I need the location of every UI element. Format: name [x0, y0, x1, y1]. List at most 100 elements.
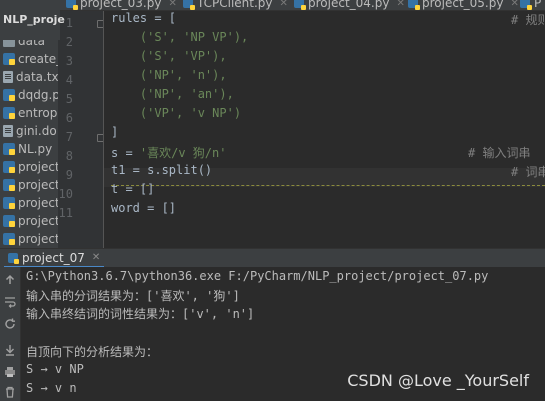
line-number: 6 — [65, 111, 73, 125]
console-line: G:\Python3.6.7\python36.exe F:/PyCharm/N… — [26, 269, 489, 283]
line-number: 9 — [65, 168, 73, 182]
close-icon[interactable]: ✕ — [280, 0, 288, 9]
tree-item[interactable]: NL.py — [0, 140, 58, 157]
tree-item[interactable]: project — [0, 230, 58, 247]
tab-project-03[interactable]: project_03.py ✕ — [66, 0, 177, 10]
scroll-to-end-icon[interactable] — [3, 343, 17, 357]
tab-label: project_05.py — [422, 0, 504, 10]
close-icon[interactable]: ✕ — [510, 0, 518, 9]
code-line-7: ] — [111, 125, 118, 144]
python-file-icon — [3, 214, 15, 227]
tab-label: project_04.py — [308, 0, 390, 10]
tree-item-label: dqdg.p — [18, 87, 58, 102]
tree-item-label: project — [18, 231, 58, 246]
close-icon[interactable]: ✕ — [92, 252, 100, 263]
code-line-9: t1 = s.split() # 词串 — [111, 163, 545, 182]
code-comment: # 输入词串 — [468, 146, 531, 160]
project-title: NLP_proje — [3, 13, 65, 26]
line-number: 7 — [65, 130, 73, 144]
line-number-gutter: 1 2 3 4 5 6 7 8 9 10 11 — [58, 11, 105, 248]
run-tool-window-header: project_07 ✕ — [0, 248, 545, 268]
project-header[interactable]: NLP_proje — [0, 0, 65, 40]
python-file-icon — [3, 232, 15, 245]
watermark-text: CSDN @Love _YourSelf — [347, 371, 529, 390]
code-line-11: word = [] — [111, 201, 176, 220]
trash-icon[interactable] — [3, 385, 17, 399]
soft-wrap-icon[interactable] — [3, 295, 17, 309]
console-line: 输入串的分词结果为：['喜欢', '狗'] — [26, 289, 240, 303]
code-comment: # 规则 — [511, 13, 545, 27]
python-file-icon — [294, 0, 306, 10]
code-string: ('NP', 'n'), — [139, 68, 227, 82]
editor-tab-strip: project_03.py ✕ TCPClient.py ✕ project_0… — [0, 0, 545, 11]
console-line: 自顶向下的分析结果为： — [26, 345, 159, 359]
tree-item[interactable]: dqdg.p — [0, 86, 58, 103]
close-icon[interactable]: ✕ — [168, 0, 176, 9]
tree-item[interactable]: data.tx — [0, 68, 58, 85]
tree-item-label: NL.py — [18, 141, 53, 156]
code-text: t = [] — [111, 182, 155, 196]
code-editor[interactable]: rules = [# 规则 ('S', 'NP VP'), ('S', 'VP'… — [104, 11, 545, 248]
line-number: 8 — [65, 149, 73, 163]
tree-item[interactable]: create_ — [0, 50, 58, 67]
close-icon[interactable]: ✕ — [396, 0, 404, 9]
code-line-8: s = '喜欢/v 狗/n' # 输入词串 — [111, 144, 545, 163]
tab-tcpclient[interactable]: TCPClient.py ✕ — [183, 0, 288, 10]
python-file-icon — [520, 0, 532, 10]
code-line-5: ('NP', 'an'), — [111, 87, 234, 106]
code-string: ('S', 'NP VP'), — [139, 30, 249, 44]
console-line: S → v n — [26, 381, 77, 395]
line-number: 4 — [65, 73, 73, 87]
tree-item[interactable]: project — [0, 194, 58, 211]
line-number: 11 — [58, 206, 73, 220]
python-file-icon — [3, 142, 15, 155]
python-file-icon — [3, 196, 15, 209]
tab-label: TCPClient.py — [197, 0, 273, 10]
weak-warning-underline — [111, 185, 545, 186]
tab-next[interactable]: P — [520, 0, 542, 10]
tab-label: project_03.py — [80, 0, 162, 10]
tab-label: P — [534, 0, 542, 10]
run-toolbar — [0, 267, 21, 401]
tab-project-05[interactable]: project_05.py ✕ — [408, 0, 519, 10]
tree-item[interactable]: project — [0, 158, 58, 175]
python-file-icon — [183, 0, 195, 10]
tree-item-label: project — [18, 177, 58, 192]
code-line-6: ('VP', 'v NP') — [111, 106, 241, 125]
rerun-icon[interactable] — [3, 317, 17, 331]
python-file-icon — [408, 0, 420, 10]
code-string: ('S', 'VP'), — [139, 49, 227, 63]
console-line: 输入串终结词的词性结果为：['v', 'n'] — [26, 307, 255, 321]
python-file-icon — [3, 106, 15, 119]
console-line: S → v NP — [26, 362, 84, 376]
python-file-icon — [3, 88, 15, 101]
python-file-icon — [8, 252, 19, 264]
run-tab-project-07[interactable]: project_07 ✕ — [4, 249, 105, 268]
python-file-icon — [3, 178, 15, 191]
tree-item[interactable]: project — [0, 212, 58, 229]
scroll-up-icon[interactable] — [3, 273, 17, 287]
tree-item[interactable]: gini.do — [0, 122, 58, 139]
python-file-icon — [66, 0, 78, 10]
print-icon[interactable] — [3, 365, 17, 379]
line-number: 3 — [65, 54, 73, 68]
code-string: '喜欢/v 狗/n' — [139, 146, 227, 160]
run-tab-label: project_07 — [22, 250, 85, 265]
project-tree: data create_ data.tx dqdg.p entrop gini.… — [0, 30, 58, 248]
code-text: word = [] — [111, 201, 177, 215]
code-line-3: ('S', 'VP'), — [111, 49, 227, 68]
tree-item[interactable]: entrop — [0, 104, 58, 121]
tree-item-label: entrop — [18, 105, 58, 120]
tree-item-label: gini.do — [16, 123, 57, 138]
tab-project-04[interactable]: project_04.py ✕ — [294, 0, 405, 10]
text-file-icon — [3, 124, 13, 137]
tree-item[interactable]: project — [0, 176, 58, 193]
tree-item-label: project — [18, 195, 58, 210]
tree-item-label: project — [18, 213, 58, 228]
tree-item-label: project — [18, 159, 58, 174]
